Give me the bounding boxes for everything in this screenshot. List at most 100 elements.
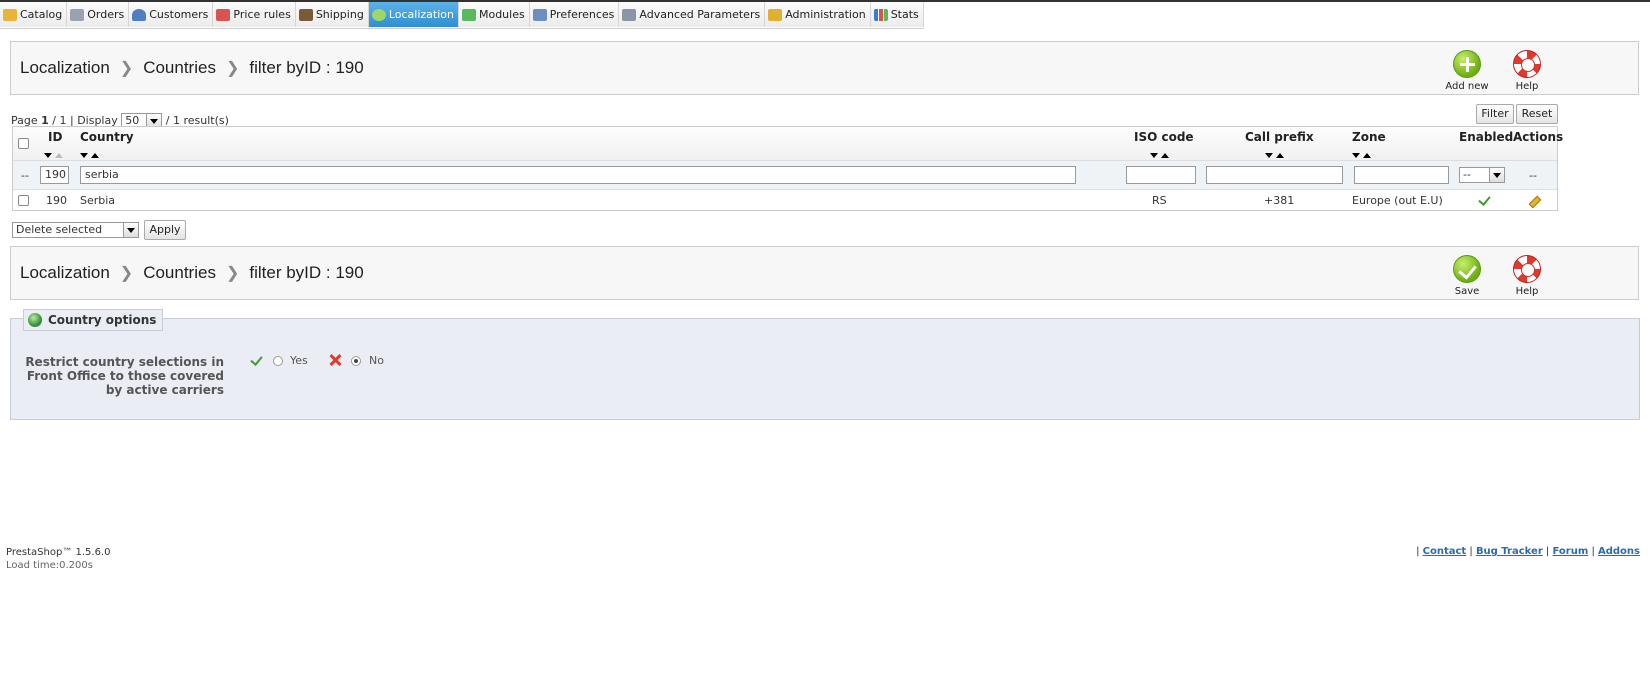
sort-controls-zone xyxy=(1352,148,1371,161)
menu-item-localization[interactable]: Localization xyxy=(368,2,459,27)
edit-pencil-icon[interactable] xyxy=(1528,195,1542,209)
bulk-action-select[interactable]: Delete selected xyxy=(12,222,139,238)
globe-icon xyxy=(371,8,386,21)
menu-item-label: Stats xyxy=(890,8,919,21)
column-header-actions: Actions xyxy=(1513,130,1564,144)
menu-item-shipping[interactable]: Shipping xyxy=(295,2,369,27)
page-toolbar-top: Localization ❯ Countries ❯ filter byID : 190… xyxy=(10,41,1639,95)
sort-asc-icon[interactable] xyxy=(1276,153,1284,158)
menu-item-label: Localization xyxy=(388,8,454,21)
restrict-no-radio[interactable] xyxy=(351,356,361,366)
column-header-enabled: Enabled xyxy=(1459,130,1514,144)
iso-filter-input[interactable] xyxy=(1126,166,1196,184)
version-text: PrestaShop™ 1.5.6.0 xyxy=(6,547,111,558)
menu-item-orders[interactable]: Orders xyxy=(67,2,130,27)
user-icon xyxy=(132,8,147,21)
add-new-button[interactable]: Add new xyxy=(1439,50,1495,92)
sort-asc-icon[interactable] xyxy=(91,153,99,158)
menu-item-stats[interactable]: Stats xyxy=(870,2,924,27)
yes-label[interactable]: Yes xyxy=(290,354,308,367)
bug-tracker-link[interactable]: Bug Tracker xyxy=(1476,546,1543,557)
id-filter-input[interactable]: 190 xyxy=(40,166,69,184)
zone-filter-input[interactable] xyxy=(1354,166,1449,184)
folder-icon xyxy=(3,8,17,21)
chevron-down-icon xyxy=(123,223,138,237)
lifebuoy-icon xyxy=(1513,255,1541,283)
country-filter-input[interactable]: serbia xyxy=(80,166,1076,184)
actions-filter-placeholder: -- xyxy=(1529,169,1537,182)
lifebuoy-icon xyxy=(1513,50,1541,78)
call-prefix-filter-input[interactable] xyxy=(1206,166,1343,184)
column-header-iso-code: ISO code xyxy=(1134,130,1194,144)
breadcrumb-item[interactable]: Countries xyxy=(143,263,216,282)
menu-item-modules[interactable]: Modules xyxy=(458,2,530,27)
no-label[interactable]: No xyxy=(369,354,384,367)
menu-item-label: Customers xyxy=(149,8,209,21)
enabled-filter-select[interactable]: -- xyxy=(1459,167,1505,183)
sort-desc-icon[interactable] xyxy=(1352,153,1360,158)
menu-item-catalog[interactable]: Catalog xyxy=(0,2,68,27)
menu-item-administration[interactable]: Administration xyxy=(765,2,871,27)
apply-button[interactable]: Apply xyxy=(144,220,186,240)
column-header-id: ID xyxy=(48,130,63,144)
breadcrumb: Localization ❯ Countries ❯ filter byID : 190 xyxy=(20,58,364,78)
sort-controls-id xyxy=(44,148,63,161)
menu-item-label: Preferences xyxy=(549,8,615,21)
filter-button[interactable]: Filter xyxy=(1476,104,1514,124)
reset-button[interactable]: Reset xyxy=(1516,104,1558,124)
add-icon xyxy=(1453,50,1481,78)
chevron-down-icon xyxy=(1489,168,1504,182)
footer-links: | Contact | Bug Tracker | Forum | Addons xyxy=(1416,546,1640,557)
help-button[interactable]: Help xyxy=(1499,50,1555,92)
countries-table: ID Country ISO code Call prefix Zone Ena… xyxy=(12,126,1563,211)
contact-link[interactable]: Contact xyxy=(1423,546,1467,557)
menu-item-advanced-parameters[interactable]: Advanced Parameters xyxy=(619,2,766,27)
save-label: Save xyxy=(1454,286,1480,297)
menu-item-preferences[interactable]: Preferences xyxy=(529,2,620,27)
fieldset-legend: Country options xyxy=(23,309,164,331)
help-button[interactable]: Help xyxy=(1499,255,1555,297)
chevron-right-icon: ❯ xyxy=(119,265,134,282)
sort-desc-icon[interactable] xyxy=(80,153,88,158)
breadcrumb: Localization ❯ Countries ❯ filter byID : 190 xyxy=(20,263,364,283)
page-toolbar-bottom: Localization ❯ Countries ❯ filter byID : 190… xyxy=(10,246,1639,300)
price-tag-icon xyxy=(216,8,231,21)
table-header: ID Country ISO code Call prefix Zone Ena… xyxy=(13,127,1563,161)
sort-desc-icon[interactable] xyxy=(1150,153,1158,158)
breadcrumb-item[interactable]: Countries xyxy=(143,58,216,77)
table-row[interactable]: 190 Serbia RS +381 Europe (out E.U) xyxy=(13,190,1557,210)
preferences-icon xyxy=(532,8,547,21)
save-button[interactable]: Save xyxy=(1439,255,1495,297)
sort-controls-call xyxy=(1265,148,1284,161)
sort-desc-icon[interactable] xyxy=(1265,153,1273,158)
bar-chart-icon xyxy=(873,8,888,21)
menu-item-customers[interactable]: Customers xyxy=(129,2,214,27)
footer-info: PrestaShop™ 1.5.6.0 Load time:0.200s xyxy=(6,546,110,572)
sort-asc-icon[interactable] xyxy=(1363,153,1371,158)
restrict-yes-radio[interactable] xyxy=(273,356,283,366)
breadcrumb-item: filter byID : 190 xyxy=(249,263,364,282)
chevron-right-icon: ❯ xyxy=(225,60,240,77)
enabled-filter-value: -- xyxy=(1463,168,1471,181)
breadcrumb-item[interactable]: Localization xyxy=(20,263,110,282)
legend-label: Country options xyxy=(48,313,157,327)
yes-check-icon xyxy=(250,353,263,366)
sort-asc-icon[interactable] xyxy=(1161,153,1169,158)
row-zone: Europe (out E.U) xyxy=(1352,194,1443,207)
truck-icon xyxy=(298,8,313,21)
sort-asc-icon[interactable] xyxy=(55,153,63,158)
row-checkbox[interactable] xyxy=(18,195,29,206)
breadcrumb-item[interactable]: Localization xyxy=(20,58,110,77)
select-all-checkbox[interactable] xyxy=(18,138,29,149)
menu-item-label: Catalog xyxy=(20,8,63,21)
menu-item-label: Advanced Parameters xyxy=(639,8,761,21)
enabled-check-icon[interactable] xyxy=(1478,193,1491,206)
filter-row: -- 190 serbia -- -- xyxy=(13,161,1557,190)
addons-link[interactable]: Addons xyxy=(1598,546,1640,557)
sort-desc-icon[interactable] xyxy=(44,153,52,158)
key-icon xyxy=(768,8,783,21)
menu-item-price-rules[interactable]: Price rules xyxy=(213,2,296,27)
menu-item-label: Modules xyxy=(478,8,525,21)
bulk-action-value: Delete selected xyxy=(16,223,103,236)
forum-link[interactable]: Forum xyxy=(1552,546,1588,557)
